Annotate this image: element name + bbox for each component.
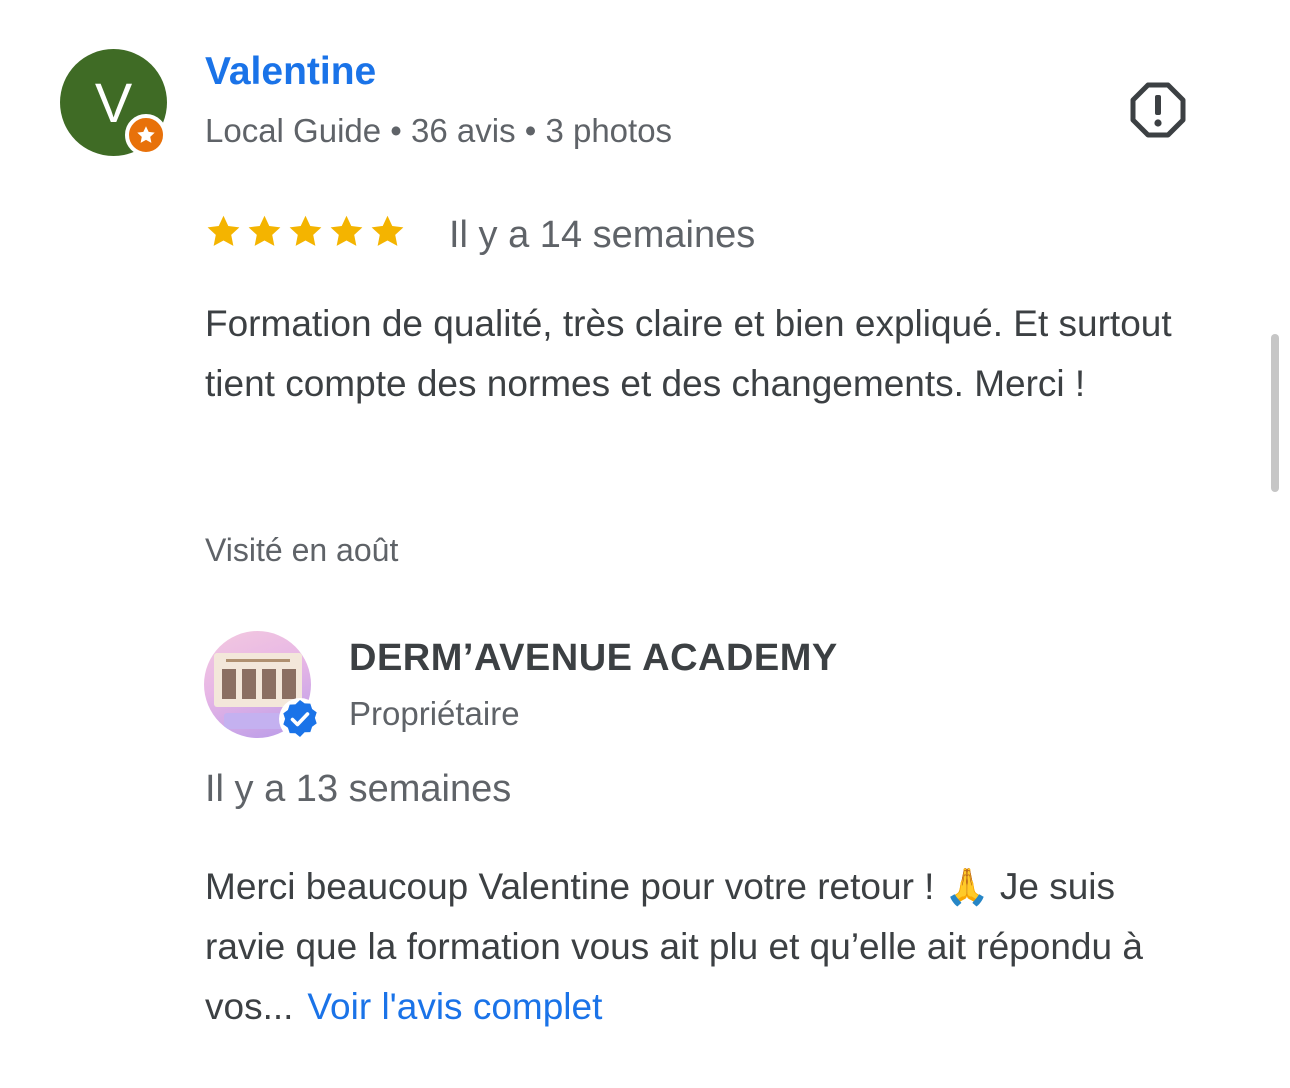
scrollbar[interactable] bbox=[1271, 334, 1279, 492]
reviewer-name[interactable]: Valentine bbox=[205, 50, 376, 94]
local-guide-star-icon bbox=[125, 114, 167, 156]
owner-role: Propriétaire bbox=[349, 695, 520, 732]
reviewer-meta: Local Guide • 36 avis • 3 photos bbox=[205, 112, 673, 149]
star-icon bbox=[330, 215, 363, 246]
report-flag-icon[interactable] bbox=[1130, 82, 1186, 138]
star-icon bbox=[289, 215, 322, 246]
reply-text: Merci beaucoup Valentine pour votre reto… bbox=[205, 857, 1205, 1037]
review-text: Formation de qualité, très claire et bie… bbox=[205, 303, 1172, 404]
star-icon bbox=[207, 215, 240, 246]
review-time: Il y a 14 semaines bbox=[449, 214, 756, 256]
see-full-review-link[interactable]: Voir l'avis complet bbox=[307, 986, 602, 1027]
visited-date: Visité en août bbox=[205, 532, 399, 568]
reply-text-start: Merci beaucoup Valentine pour votre reto… bbox=[205, 866, 945, 907]
reply-time: Il y a 13 semaines bbox=[205, 768, 512, 810]
star-icon bbox=[371, 215, 404, 246]
owner-name[interactable]: DERM’AVENUE ACADEMY bbox=[349, 637, 838, 680]
star-rating bbox=[205, 213, 406, 250]
star-icon bbox=[248, 215, 281, 246]
verified-check-icon bbox=[278, 697, 322, 741]
praying-hands-emoji: 🙏 bbox=[944, 866, 990, 907]
